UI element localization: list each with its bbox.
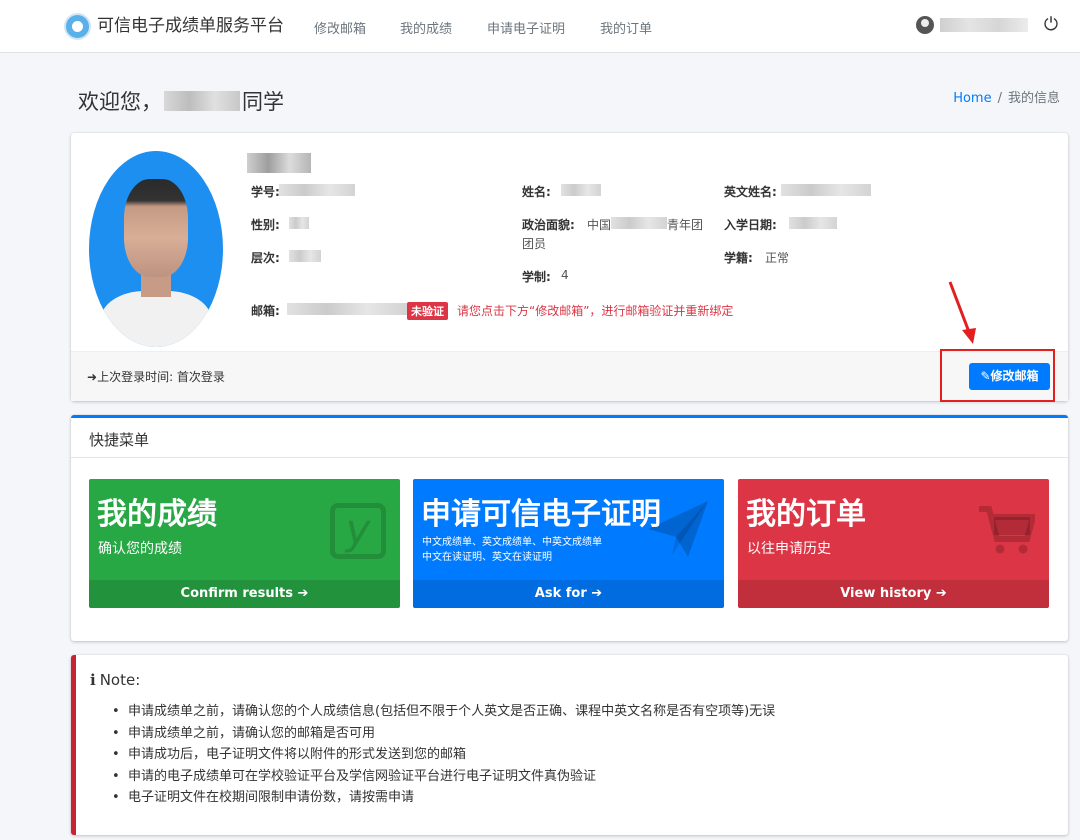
profile-card: 学号: 性别: 层次: 姓名: 政治面貌: 中国 青年团 团员 学制: 4 英文… [71, 133, 1068, 401]
tile-my-grades-footer[interactable]: Confirm results ➔ [89, 580, 400, 608]
student-id-label: 学号: [251, 185, 280, 199]
view-history-label: View history [840, 586, 932, 601]
tile-apply-certificate-subtitle-line2: 中文在读证明、英文在读证明 [422, 552, 552, 563]
email-label: 邮箱: [251, 304, 280, 318]
name-label: 姓名: [522, 185, 551, 199]
tile-apply-certificate[interactable]: 申请可信电子证明 中文成绩单、英文成绩单、中英文成绩单 中文在读证明、英文在读证… [413, 479, 724, 608]
quick-menu-header: 快捷菜单 [71, 418, 1068, 458]
political-label: 政治面貌: [522, 218, 575, 232]
student-name-redacted [164, 91, 240, 111]
nav-edit-email[interactable]: 修改邮箱 [314, 18, 366, 37]
shopping-cart-icon [979, 506, 1035, 554]
note-card: iNote: 申请成绩单之前，请确认您的个人成绩信息(包括但不限于个人英文是否正… [71, 655, 1068, 835]
top-navbar: 可信电子成绩单服务平台 修改邮箱 我的成绩 申请电子证明 我的订单 ⏻ [0, 0, 1080, 53]
tile-apply-certificate-subtitle-line1: 中文成绩单、英文成绩单、中英文成绩单 [422, 537, 602, 548]
annotation-highlight-box [940, 349, 1055, 402]
info-icon: i [90, 671, 96, 689]
enroll-date-label: 入学日期: [724, 218, 777, 232]
ask-for-label: Ask for [534, 586, 587, 601]
list-item: 申请成绩单之前，请确认您的邮箱是否可用 [112, 723, 775, 745]
last-login-text: 上次登录时间: 首次登录 [97, 370, 225, 384]
quick-menu-title: 快捷菜单 [89, 431, 150, 449]
user-circle-icon [916, 16, 934, 34]
arrow-circle-right-icon: ➔ [297, 586, 309, 601]
enroll-date-redacted [789, 217, 837, 229]
yoast-y-icon: y [330, 503, 386, 559]
note-list: 申请成绩单之前，请确认您的个人成绩信息(包括但不限于个人英文是否正确、课程中英文… [112, 701, 775, 809]
level-redacted [289, 250, 321, 262]
nav-my-orders[interactable]: 我的订单 [600, 18, 652, 37]
tile-my-grades[interactable]: y 我的成绩 确认您的成绩 Confirm results ➔ [89, 479, 400, 608]
avatar [89, 151, 223, 347]
last-login: ➜上次登录时间: 首次登录 [87, 368, 225, 385]
sign-in-icon: ➜ [87, 370, 98, 384]
list-item: 电子证明文件在校期间限制申请份数，请按需申请 [112, 787, 775, 809]
brand[interactable]: 可信电子成绩单服务平台 [64, 13, 284, 40]
breadcrumb-current: 我的信息 [1007, 91, 1060, 106]
name-redacted [561, 184, 601, 196]
breadcrumb-home[interactable]: Home [953, 91, 991, 106]
gender-redacted [289, 217, 309, 229]
nav-apply-certificate[interactable]: 申请电子证明 [487, 18, 565, 37]
user-name-redacted [940, 18, 1028, 32]
status-label: 学籍: [724, 251, 753, 265]
profile-name-redacted [247, 153, 311, 173]
political-value-mid: 青年团 [667, 218, 704, 232]
student-id-redacted [279, 184, 355, 196]
tile-apply-certificate-title: 申请可信电子证明 [421, 497, 661, 532]
political-value-end: 团员 [522, 237, 547, 251]
political-value-prefix: 中国 [587, 218, 612, 232]
list-item: 申请的电子成绩单可在学校验证平台及学信网验证平台进行电子证明文件真伪验证 [112, 766, 775, 788]
tile-apply-certificate-subtitle: 中文成绩单、英文成绩单、中英文成绩单 中文在读证明、英文在读证明 [422, 535, 602, 565]
status-value: 正常 [765, 251, 790, 265]
profile-footer: ➜上次登录时间: 首次登录 ✎修改邮箱 [71, 351, 1068, 401]
duration-label: 学制: [522, 270, 551, 284]
tile-my-grades-title: 我的成绩 [97, 497, 217, 532]
quick-menu-card: 快捷菜单 y 我的成绩 确认您的成绩 Confirm results ➔ 申请可… [71, 415, 1068, 641]
arrow-circle-right-icon: ➔ [591, 586, 603, 601]
tile-my-orders-title: 我的订单 [746, 497, 866, 532]
annotation-arrow-icon [948, 281, 976, 344]
nav-my-grades[interactable]: 我的成绩 [400, 18, 452, 37]
brand-title: 可信电子成绩单服务平台 [97, 16, 284, 36]
level-label: 层次: [251, 251, 280, 265]
english-name-redacted [781, 184, 871, 196]
tile-my-orders-footer[interactable]: View history ➔ [738, 580, 1049, 608]
english-name-label: 英文姓名: [724, 185, 777, 199]
confirm-results-label: Confirm results [180, 586, 294, 601]
email-warning: 请您点击下方“修改邮箱”，进行邮箱验证并重新绑定 [457, 304, 734, 318]
avatar-shirt [101, 291, 211, 347]
avatar-head [124, 179, 188, 277]
user-menu[interactable] [916, 16, 1028, 34]
tile-my-orders-subtitle: 以往申请历史 [747, 541, 831, 557]
note-title: i Note: [90, 671, 140, 689]
list-item: 申请成功后，电子证明文件将以附件的形式发送到您的邮箱 [112, 744, 775, 766]
breadcrumb-separator: / [997, 91, 1002, 106]
note-title-text: Note: [99, 671, 141, 689]
list-item: 申请成绩单之前，请确认您的个人成绩信息(包括但不限于个人英文是否正确、课程中英文… [112, 701, 775, 723]
duration-value: 4 [561, 268, 569, 282]
tile-my-grades-subtitle: 确认您的成绩 [98, 541, 182, 557]
tile-my-orders[interactable]: 我的订单 以往申请历史 View history ➔ [738, 479, 1049, 608]
greeting-suffix: 同学 [242, 90, 284, 114]
brand-logo-icon [64, 13, 91, 40]
tile-apply-certificate-footer[interactable]: Ask for ➔ [413, 580, 724, 608]
email-redacted [287, 303, 407, 315]
page-title: 欢迎您， 同学 [78, 86, 284, 116]
gender-label: 性别: [251, 218, 280, 232]
greeting-prefix: 欢迎您， [78, 90, 162, 114]
political-redacted [611, 217, 667, 229]
power-icon[interactable]: ⏻ [1040, 14, 1062, 36]
breadcrumb: Home / 我的信息 [953, 87, 1060, 106]
arrow-circle-right-icon: ➔ [935, 586, 947, 601]
unverified-badge: 未验证 [407, 302, 448, 320]
